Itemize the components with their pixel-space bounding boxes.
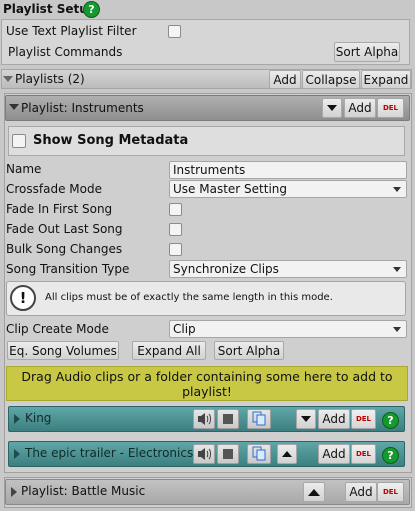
song-king-add-button[interactable]: Add [318,409,350,429]
expand-triangle-icon[interactable] [9,104,19,110]
use-text-filter-checkbox[interactable] [168,25,181,38]
question-mark-icon[interactable]: ? [383,448,398,463]
drop-zone[interactable]: Drag Audio clips or a folder containing … [6,366,408,401]
playlist-instruments-delete-button[interactable]: DEL [377,98,404,118]
show-metadata-checkbox[interactable] [12,134,26,148]
playlist-battle-delete-button[interactable]: DEL [377,482,404,502]
question-mark-icon[interactable]: ? [383,413,398,428]
crossfade-label: Crossfade Mode [6,182,102,196]
speaker-icon[interactable] [193,444,215,464]
song-king-delete-button[interactable]: DEL [351,409,376,429]
expand-all-button[interactable]: Expand All [132,341,206,360]
question-mark-icon[interactable]: ? [84,2,99,17]
playlists-count-label: Playlists (2) [15,72,85,86]
playlist-instruments-title: Playlist: Instruments [21,101,144,115]
expand-song-icon[interactable] [14,449,20,459]
add-playlist-button[interactable]: Add [269,70,301,89]
playlist-commands-label: Playlist Commands [8,45,123,59]
fade-in-label: Fade In First Song [6,202,113,216]
playlist-battle-add-button[interactable]: Add [345,482,377,502]
sort-alpha-button[interactable]: Sort Alpha [334,42,400,62]
crossfade-select[interactable]: Use Master Setting [169,180,407,198]
song-name-king: King [25,411,52,425]
collapse-triangle-icon[interactable] [3,76,13,82]
drop-zone-text: Drag Audio clips or a folder containing … [21,368,393,399]
use-text-filter-label: Use Text Playlist Filter [6,24,137,38]
expand-button[interactable]: Expand [361,70,411,89]
expand-triangle-icon[interactable] [11,487,17,497]
eq-song-volumes-button[interactable]: Eq. Song Volumes [7,341,119,360]
info-icon: ! [10,285,36,311]
song-epic-delete-button[interactable]: DEL [351,444,376,464]
info-text: All clips must be of exactly the same le… [45,292,333,303]
show-metadata-label: Show Song Metadata [33,133,189,148]
transition-label: Song Transition Type [6,262,130,276]
speaker-icon[interactable] [193,409,215,429]
fade-out-label: Fade Out Last Song [6,222,123,236]
name-label: Name [6,162,42,176]
song-epic-add-button[interactable]: Add [318,444,350,464]
stop-icon[interactable] [217,444,239,464]
name-input[interactable]: Instruments [169,161,407,179]
arrow-up-icon [282,451,292,457]
sort-alpha-songs-button[interactable]: Sort Alpha [214,341,284,360]
bulk-changes-label: Bulk Song Changes [6,242,123,256]
arrow-down-icon [301,416,311,422]
stop-icon[interactable] [217,409,239,429]
fade-in-checkbox[interactable] [169,203,182,216]
clip-mode-select[interactable]: Clip [169,320,407,338]
setup-title: Playlist Setup [3,2,97,16]
expand-song-icon[interactable] [14,414,20,424]
move-down-song-button[interactable] [296,409,316,429]
transition-select[interactable]: Synchronize Clips [169,260,407,278]
move-up-playlist-button[interactable] [303,482,325,502]
fade-out-checkbox[interactable] [169,223,182,236]
clip-mode-label: Clip Create Mode [6,322,109,336]
move-up-song-button[interactable] [277,444,297,464]
bulk-changes-checkbox[interactable] [169,243,182,256]
move-down-button[interactable] [322,98,342,118]
playlist-battle-title: Playlist: Battle Music [21,484,146,498]
collapse-button[interactable]: Collapse [302,70,360,89]
song-name-epic-trailer: The epic trailer - Electronics [25,446,194,460]
copy-icon[interactable] [247,444,271,464]
playlist-instruments-add-button[interactable]: Add [344,98,376,118]
arrow-down-icon [327,105,337,111]
arrow-up-icon [308,488,320,496]
copy-icon[interactable] [247,409,271,429]
